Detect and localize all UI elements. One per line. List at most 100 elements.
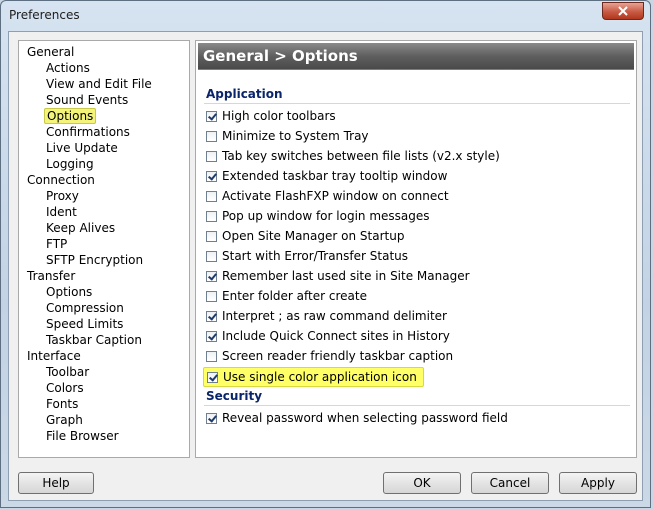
- checkbox[interactable]: [206, 412, 217, 424]
- option-activate-flashfxp-window-on-connect[interactable]: Activate FlashFXP window on connect: [206, 187, 449, 205]
- tree-item-colors[interactable]: Colors: [19, 380, 189, 396]
- tree-item-label: Speed Limits: [46, 317, 124, 331]
- cancel-button[interactable]: Cancel: [471, 472, 549, 494]
- checkbox[interactable]: [206, 110, 217, 122]
- tree-item-label: Graph: [46, 413, 83, 427]
- tree-item-keep-alives[interactable]: Keep Alives: [19, 220, 189, 236]
- tree-item-transfer[interactable]: Transfer: [19, 268, 189, 284]
- checkbox[interactable]: [206, 150, 217, 162]
- tree-item-label: FTP: [46, 237, 68, 251]
- option-pop-up-window-for-login-messages[interactable]: Pop up window for login messages: [206, 207, 430, 225]
- option-label: Reveal password when selecting password …: [222, 411, 508, 425]
- tree-item-label: File Browser: [46, 429, 119, 443]
- section-title-application: Application: [206, 87, 283, 101]
- tree-item-label: Transfer: [27, 269, 76, 283]
- option-high-color-toolbars[interactable]: High color toolbars: [206, 107, 336, 125]
- tree-item-ftp[interactable]: FTP: [19, 236, 189, 252]
- help-button[interactable]: Help: [18, 472, 94, 494]
- section-divider: [204, 103, 630, 104]
- checkbox[interactable]: [206, 290, 217, 302]
- tree-item-label: View and Edit File: [46, 77, 152, 91]
- checkbox[interactable]: [206, 330, 217, 342]
- checkbox[interactable]: [206, 250, 217, 262]
- option-interpret-as-raw-command-delimiter[interactable]: Interpret ; as raw command delimiter: [206, 307, 447, 325]
- tree-item-speed-limits[interactable]: Speed Limits: [19, 316, 189, 332]
- tree-item-general[interactable]: General: [19, 44, 189, 60]
- tree-item-label: Proxy: [46, 189, 79, 203]
- tree-item-fonts[interactable]: Fonts: [19, 396, 189, 412]
- checkbox[interactable]: [206, 230, 217, 242]
- window-title: Preferences: [9, 8, 80, 22]
- tree-item-confirmations[interactable]: Confirmations: [19, 124, 189, 140]
- tree-item-proxy[interactable]: Proxy: [19, 188, 189, 204]
- option-extended-taskbar-tray-tooltip-window[interactable]: Extended taskbar tray tooltip window: [206, 167, 447, 185]
- option-label: Use single color application icon: [223, 370, 417, 384]
- option-label: Start with Error/Transfer Status: [222, 249, 408, 263]
- option-open-site-manager-on-startup[interactable]: Open Site Manager on Startup: [206, 227, 404, 245]
- tree-item-interface[interactable]: Interface: [19, 348, 189, 364]
- apply-button[interactable]: Apply: [559, 472, 637, 494]
- tree-item-label: Compression: [46, 301, 124, 315]
- close-button[interactable]: [602, 2, 644, 20]
- preferences-window: Preferences General Actions View and Edit …: [0, 0, 651, 508]
- tree-item-taskbar-caption[interactable]: Taskbar Caption: [19, 332, 189, 348]
- tree-item-label: SFTP Encryption: [46, 253, 144, 267]
- close-icon: [618, 6, 628, 16]
- category-tree: General Actions View and Edit File Sound Ev…: [18, 40, 190, 458]
- tree-item-logging[interactable]: Logging: [19, 156, 189, 172]
- checkbox[interactable]: [206, 190, 217, 202]
- option-label: Extended taskbar tray tooltip window: [222, 169, 448, 183]
- title-bar[interactable]: Preferences: [1, 1, 650, 31]
- section-title-security: Security: [206, 389, 263, 403]
- option-label: High color toolbars: [222, 109, 336, 123]
- tree-item-label: Connection: [27, 173, 95, 187]
- dialog-body: General Actions View and Edit File Sound Ev…: [8, 31, 643, 501]
- tree-item-label: Options: [46, 285, 93, 299]
- option-label: Minimize to System Tray: [222, 129, 369, 143]
- option-minimize-to-system-tray[interactable]: Minimize to System Tray: [206, 127, 369, 145]
- tree-item-actions[interactable]: Actions: [19, 60, 189, 76]
- tree-item-label: Keep Alives: [46, 221, 116, 235]
- tree-item-compression[interactable]: Compression: [19, 300, 189, 316]
- tree-item-file-browser[interactable]: File Browser: [19, 428, 189, 444]
- tree-item-label: Logging: [46, 157, 94, 171]
- tree-item-live-update[interactable]: Live Update: [19, 140, 189, 156]
- option-enter-folder-after-create[interactable]: Enter folder after create: [206, 287, 367, 305]
- tree-item-sftp-encryption[interactable]: SFTP Encryption: [19, 252, 189, 268]
- option-use-single-color-application-icon[interactable]: Use single color application icon: [203, 367, 424, 387]
- tree-item-sound-events[interactable]: Sound Events: [19, 92, 189, 108]
- section-divider: [204, 405, 630, 406]
- option-include-quick-connect-sites-in-history[interactable]: Include Quick Connect sites in History: [206, 327, 450, 345]
- option-label: Screen reader friendly taskbar caption: [222, 349, 454, 363]
- option-screen-reader-friendly-taskbar-caption[interactable]: Screen reader friendly taskbar caption: [206, 347, 453, 365]
- tree-item-options[interactable]: Options: [19, 284, 189, 300]
- tree-item-label: General: [27, 45, 75, 59]
- checkbox[interactable]: [206, 350, 217, 362]
- tree-item-ident[interactable]: Ident: [19, 204, 189, 220]
- tree-item-graph[interactable]: Graph: [19, 412, 189, 428]
- tree-item-connection[interactable]: Connection: [19, 172, 189, 188]
- option-tab-key-switches-between-file-lists-v2-x-style[interactable]: Tab key switches between file lists (v2.…: [206, 147, 500, 165]
- options-panel: General > Options Application High color …: [195, 40, 637, 458]
- checkbox[interactable]: [206, 310, 217, 322]
- tree-item-toolbar[interactable]: Toolbar: [19, 364, 189, 380]
- checkbox[interactable]: [206, 170, 217, 182]
- tree-item-label: Colors: [46, 381, 84, 395]
- panel-header: General > Options: [198, 43, 634, 70]
- checkbox[interactable]: [206, 270, 217, 282]
- tree-item-label: Interface: [27, 349, 81, 363]
- checkbox[interactable]: [206, 210, 217, 222]
- option-reveal-password-when-selecting-password-field[interactable]: Reveal password when selecting password …: [206, 409, 508, 427]
- tree-item-options[interactable]: Options: [19, 108, 189, 124]
- ok-button[interactable]: OK: [383, 472, 461, 494]
- tree-item-label: Sound Events: [46, 93, 129, 107]
- checkbox[interactable]: [206, 130, 217, 142]
- checkbox[interactable]: [207, 371, 218, 383]
- option-remember-last-used-site-in-site-manager[interactable]: Remember last used site in Site Manager: [206, 267, 470, 285]
- option-label: Pop up window for login messages: [222, 209, 430, 223]
- tree-item-label: Live Update: [46, 141, 118, 155]
- panel-header-title: General > Options: [203, 47, 358, 65]
- tree-item-view-and-edit-file[interactable]: View and Edit File: [19, 76, 189, 92]
- option-start-with-error-transfer-status[interactable]: Start with Error/Transfer Status: [206, 247, 408, 265]
- tree-item-label: Ident: [46, 205, 77, 219]
